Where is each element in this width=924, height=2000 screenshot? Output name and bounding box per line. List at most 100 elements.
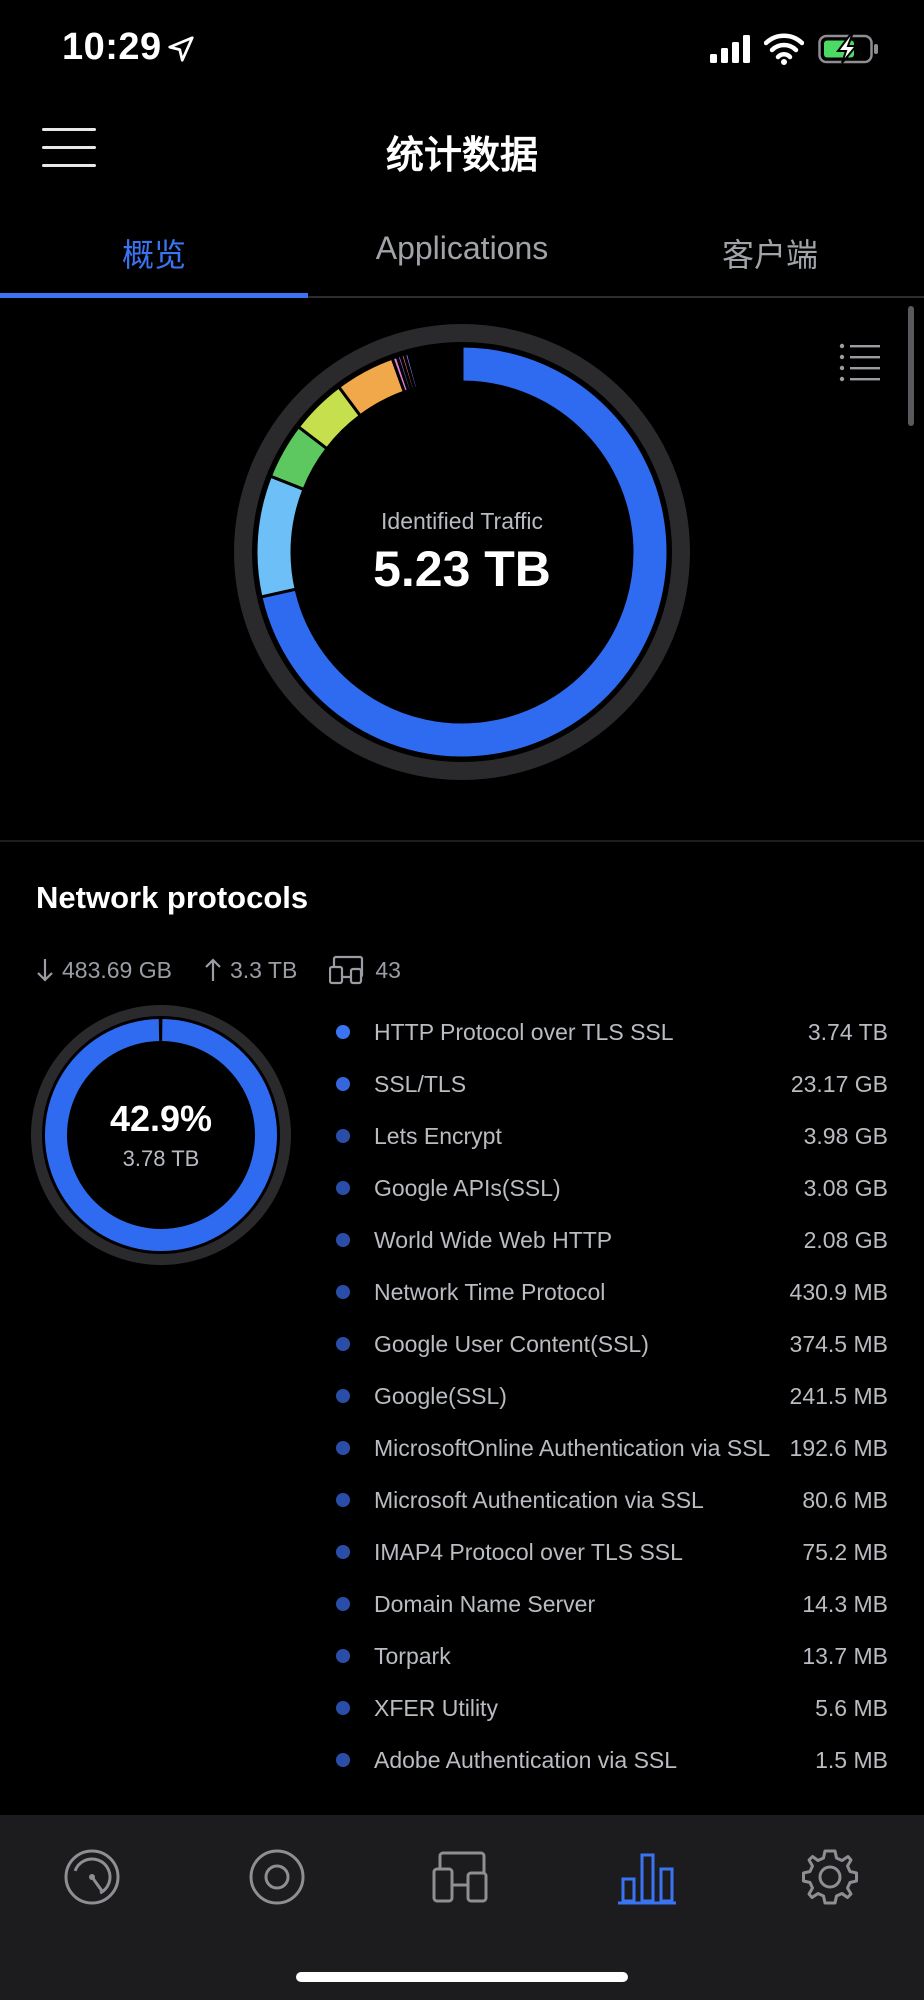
status-time: 10:29 xyxy=(62,26,162,68)
statistics-bar-chart-icon[interactable] xyxy=(615,1845,679,1909)
protocol-value: 374.5 MB xyxy=(789,1330,888,1357)
protocol-row[interactable]: Microsoft Authentication via SSL 80.6 MB xyxy=(336,1474,888,1526)
upload-stat: 3.3 TB xyxy=(204,957,297,984)
protocol-row[interactable]: Google APIs(SSL) 3.08 GB xyxy=(336,1162,888,1214)
protocol-row[interactable]: MicrosoftOnline Authentication via SSL 19… xyxy=(336,1422,888,1474)
protocol-color-dot xyxy=(336,1545,350,1559)
protocol-color-dot xyxy=(336,1389,350,1403)
cellular-signal-icon xyxy=(710,35,750,63)
protocol-name: Adobe Authentication via SSL xyxy=(374,1747,678,1773)
protocol-row[interactable]: Google User Content(SSL) 374.5 MB xyxy=(336,1318,888,1370)
protocol-name: Google(SSL) xyxy=(374,1383,507,1409)
protocol-name: Network Time Protocol xyxy=(374,1279,606,1305)
protocol-list: HTTP Protocol over TLS SSL 3.74 TB SSL/TLS… xyxy=(336,1006,888,1786)
small-donut-center: 42.9% 3.78 TB xyxy=(30,1004,292,1266)
settings-gear-icon[interactable] xyxy=(798,1845,862,1909)
protocol-row[interactable]: Network Time Protocol 430.9 MB xyxy=(336,1266,888,1318)
download-arrow-icon xyxy=(37,959,53,982)
protocol-name: World Wide Web HTTP xyxy=(374,1227,613,1253)
protocol-name: Torpark xyxy=(374,1643,451,1669)
protocol-value: 14.3 MB xyxy=(802,1590,888,1617)
tab-clients[interactable]: 客户端 xyxy=(616,210,924,296)
protocol-color-dot xyxy=(336,1441,350,1455)
clients-devices-icon[interactable] xyxy=(430,1845,494,1909)
protocols-percent: 42.9% xyxy=(109,1098,213,1139)
protocol-color-dot xyxy=(336,1493,350,1507)
page-title: 统计数据 xyxy=(385,135,538,177)
protocol-row[interactable]: XFER Utility 5.6 MB xyxy=(336,1682,888,1734)
traffic-total: 5.23 TB xyxy=(373,541,551,597)
protocol-name: Domain Name Server xyxy=(374,1591,596,1617)
protocol-value: 192.6 MB xyxy=(789,1434,888,1461)
protocol-color-dot xyxy=(336,1597,350,1611)
protocol-color-dot xyxy=(336,1129,350,1143)
upload-arrow-icon xyxy=(205,958,221,981)
network-protocols-stats: 483.69 GB 3.3 TB 43 xyxy=(36,952,433,988)
protocol-name: Lets Encrypt xyxy=(374,1123,502,1149)
donut-center: Identified Traffic 5.23 TB xyxy=(232,322,692,782)
protocol-color-dot xyxy=(336,1753,350,1767)
protocol-color-dot xyxy=(336,1701,350,1715)
protocol-value: 241.5 MB xyxy=(789,1382,888,1409)
location-arrow-icon xyxy=(168,36,194,62)
protocol-name: SSL/TLS xyxy=(374,1071,467,1097)
protocol-value: 75.2 MB xyxy=(802,1538,888,1565)
download-value: 483.69 GB xyxy=(62,956,172,983)
network-protocols-title: Network protocols xyxy=(36,880,309,915)
clients-stat: 43 xyxy=(329,955,401,985)
tab-bar: 概览 Applications 客户端 xyxy=(0,210,924,298)
protocol-name: Microsoft Authentication via SSL xyxy=(374,1487,704,1513)
tab-overview[interactable]: 概览 xyxy=(0,210,308,298)
clients-count: 43 xyxy=(375,956,401,983)
section-divider xyxy=(0,840,924,842)
traffic-overview: Identified Traffic 5.23 TB xyxy=(0,300,924,840)
protocol-row[interactable]: IMAP4 Protocol over TLS SSL 75.2 MB xyxy=(336,1526,888,1578)
traffic-caption: Identified Traffic xyxy=(381,508,543,534)
protocol-row[interactable]: Google(SSL) 241.5 MB xyxy=(336,1370,888,1422)
protocol-row[interactable]: World Wide Web HTTP 2.08 GB xyxy=(336,1214,888,1266)
download-stat: 483.69 GB xyxy=(36,957,172,984)
protocol-row[interactable]: Lets Encrypt 3.98 GB xyxy=(336,1110,888,1162)
scrollbar-thumb[interactable] xyxy=(908,306,914,426)
nav-bar: 统计数据 xyxy=(0,100,924,200)
protocol-color-dot xyxy=(336,1337,350,1351)
protocol-name: IMAP4 Protocol over TLS SSL xyxy=(374,1539,683,1565)
dashboard-gauge-icon[interactable] xyxy=(60,1845,124,1909)
tab-applications[interactable]: Applications xyxy=(308,210,616,296)
protocol-color-dot xyxy=(336,1233,350,1247)
protocol-name: MicrosoftOnline Authentication via SSL xyxy=(374,1435,771,1461)
protocol-color-dot xyxy=(336,1649,350,1663)
protocol-value: 2.08 GB xyxy=(803,1226,888,1253)
device-circle-icon[interactable] xyxy=(245,1845,309,1909)
battery-charging-icon xyxy=(818,34,878,64)
status-bar: 10:29 xyxy=(0,0,924,100)
protocol-name: Google APIs(SSL) xyxy=(374,1175,561,1201)
protocol-row[interactable]: HTTP Protocol over TLS SSL 3.74 TB xyxy=(336,1006,888,1058)
protocol-value: 1.5 MB xyxy=(815,1746,888,1773)
protocol-row[interactable]: Adobe Authentication via SSL 1.5 MB xyxy=(336,1734,888,1786)
protocol-name: HTTP Protocol over TLS SSL xyxy=(374,1019,674,1045)
wifi-icon xyxy=(764,33,804,65)
protocol-value: 3.98 GB xyxy=(803,1122,888,1149)
protocols-amount: 3.78 TB xyxy=(122,1146,200,1171)
home-indicator[interactable] xyxy=(296,1972,628,1982)
protocol-color-dot xyxy=(336,1025,350,1039)
protocol-value: 3.08 GB xyxy=(803,1174,888,1201)
upload-value: 3.3 TB xyxy=(229,956,298,983)
protocol-value: 430.9 MB xyxy=(789,1278,888,1305)
protocol-row[interactable]: SSL/TLS 23.17 GB xyxy=(336,1058,888,1110)
protocol-value: 23.17 GB xyxy=(790,1070,888,1097)
protocol-name: XFER Utility xyxy=(374,1695,498,1721)
protocol-row[interactable]: Domain Name Server 14.3 MB xyxy=(336,1578,888,1630)
protocol-value: 3.74 TB xyxy=(807,1018,888,1045)
protocol-color-dot xyxy=(336,1077,350,1091)
protocol-value: 80.6 MB xyxy=(802,1486,888,1513)
protocol-name: Google User Content(SSL) xyxy=(374,1331,649,1357)
protocol-color-dot xyxy=(336,1181,350,1195)
clients-devices-icon xyxy=(329,955,364,985)
list-view-icon[interactable] xyxy=(838,340,882,384)
protocol-row[interactable]: Torpark 13.7 MB xyxy=(336,1630,888,1682)
protocol-value: 5.6 MB xyxy=(815,1694,888,1721)
protocol-color-dot xyxy=(336,1285,350,1299)
protocol-value: 13.7 MB xyxy=(802,1642,888,1669)
